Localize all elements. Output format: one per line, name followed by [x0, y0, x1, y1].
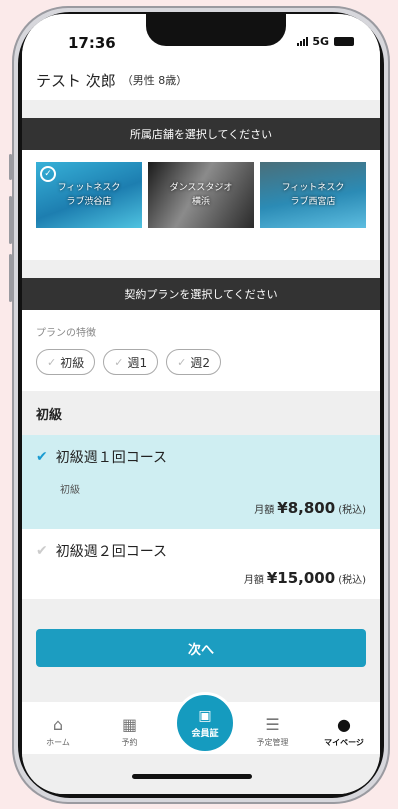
user-name: テスト 次郎: [36, 71, 116, 90]
qr-code-icon: ▣: [198, 707, 212, 724]
side-button: [9, 254, 12, 302]
chip-label: 週1: [127, 355, 148, 370]
course-price: 月額 ¥15,000 (税込): [244, 569, 366, 587]
check-icon: ✓: [47, 355, 57, 369]
store-card-shibuya[interactable]: ✓ フィットネスク ラブ渋谷店: [36, 162, 142, 228]
features-label: プランの特徴: [36, 328, 96, 339]
check-icon: ✓: [114, 355, 124, 369]
tab-reserve[interactable]: ▦ 予約: [102, 715, 158, 748]
chip-weekly-2[interactable]: ✓ 週2: [166, 349, 221, 375]
check-circle-icon: ✓: [40, 166, 56, 182]
tab-label: マイページ: [324, 738, 364, 747]
notch: [146, 14, 286, 46]
plan-section-heading: 契約プランを選択してください: [22, 278, 380, 310]
store-name: フィットネスク ラブ渋谷店: [57, 183, 121, 207]
plan-features: プランの特徴 ✓ 初級 ✓ 週1 ✓ 週2: [22, 310, 380, 391]
check-icon: ✓: [177, 355, 187, 369]
tab-member-card[interactable]: ▣ 会員証: [174, 692, 236, 754]
house-icon: ⌂: [52, 715, 64, 734]
check-icon: ✔: [36, 449, 48, 465]
side-button: [9, 196, 12, 244]
network-label: 5G: [312, 35, 329, 48]
user-meta: （男性 8歳）: [121, 74, 188, 87]
app-screen: 17:36 5G テスト 次郎 （男性 8歳） 所属店舗を選択してください ✓ …: [22, 14, 380, 794]
course-price: 月額 ¥8,800 (税込): [254, 499, 366, 517]
store-card-nishinomiya[interactable]: フィットネスク ラブ西宮店: [260, 162, 366, 228]
tab-schedule[interactable]: ☰ 予定管理: [245, 715, 301, 748]
store-name: フィットネスク ラブ西宮店: [281, 183, 345, 207]
tab-label: 予定管理: [256, 738, 289, 747]
next-button[interactable]: 次へ: [36, 629, 366, 667]
tab-label: 会員証: [191, 728, 219, 739]
tab-mypage[interactable]: ● マイページ: [316, 715, 372, 748]
action-area: 次へ: [22, 599, 380, 707]
price-tax: (税込): [338, 575, 366, 586]
course-option-selected[interactable]: ✔ 初級週１回コース 初級 月額 ¥8,800 (税込): [22, 435, 380, 529]
grade-heading: 初級: [22, 391, 380, 435]
price-prefix: 月額: [243, 575, 264, 586]
signal-icon: [297, 37, 309, 46]
store-section-heading: 所属店舗を選択してください: [22, 118, 380, 150]
store-card-yokohama[interactable]: ダンススタジオ 横浜: [148, 162, 254, 228]
price-value: ¥15,000: [266, 569, 336, 587]
home-indicator[interactable]: [132, 774, 252, 779]
feature-chips: ✓ 初級 ✓ 週1 ✓ 週2: [36, 349, 366, 375]
user-header: テスト 次郎 （男性 8歳）: [22, 60, 380, 100]
store-name: ダンススタジオ 横浜: [169, 183, 233, 207]
course-title: 初級週２回コース: [55, 544, 168, 560]
list-icon: ☰: [265, 715, 280, 734]
price-value: ¥8,800: [277, 499, 336, 517]
calendar-icon: ▦: [121, 715, 138, 734]
course-option[interactable]: ✔ 初級週２回コース 月額 ¥15,000 (税込): [22, 529, 380, 599]
chip-label: 初級: [60, 355, 85, 370]
status-bar: 17:36 5G: [22, 14, 380, 60]
tab-label: 予約: [121, 738, 138, 747]
price-tax: (税込): [338, 505, 366, 516]
clock: 17:36: [68, 34, 116, 52]
chip-label: 週2: [190, 355, 210, 370]
course-sub: 初級: [60, 485, 80, 496]
battery-icon: [334, 37, 354, 46]
course-title: 初級週１回コース: [55, 450, 168, 466]
price-prefix: 月額: [254, 505, 275, 516]
user-circle-icon: ●: [337, 715, 351, 734]
signal-status: 5G: [297, 35, 354, 48]
chip-weekly-1[interactable]: ✓ 週1: [103, 349, 159, 375]
check-icon: ✔: [36, 543, 48, 559]
chip-beginner[interactable]: ✓ 初級: [36, 349, 96, 375]
store-list: ✓ フィットネスク ラブ渋谷店 ダンススタジオ 横浜 フィットネスク ラブ西宮店: [22, 150, 380, 260]
tab-home[interactable]: ⌂ ホーム: [30, 715, 86, 748]
bottom-tab-bar: ⌂ ホーム ▦ 予約 ☰ 予定管理 ● マイページ ▣ 会員証: [22, 692, 380, 754]
tab-label: ホーム: [46, 738, 70, 747]
side-button: [9, 154, 12, 180]
